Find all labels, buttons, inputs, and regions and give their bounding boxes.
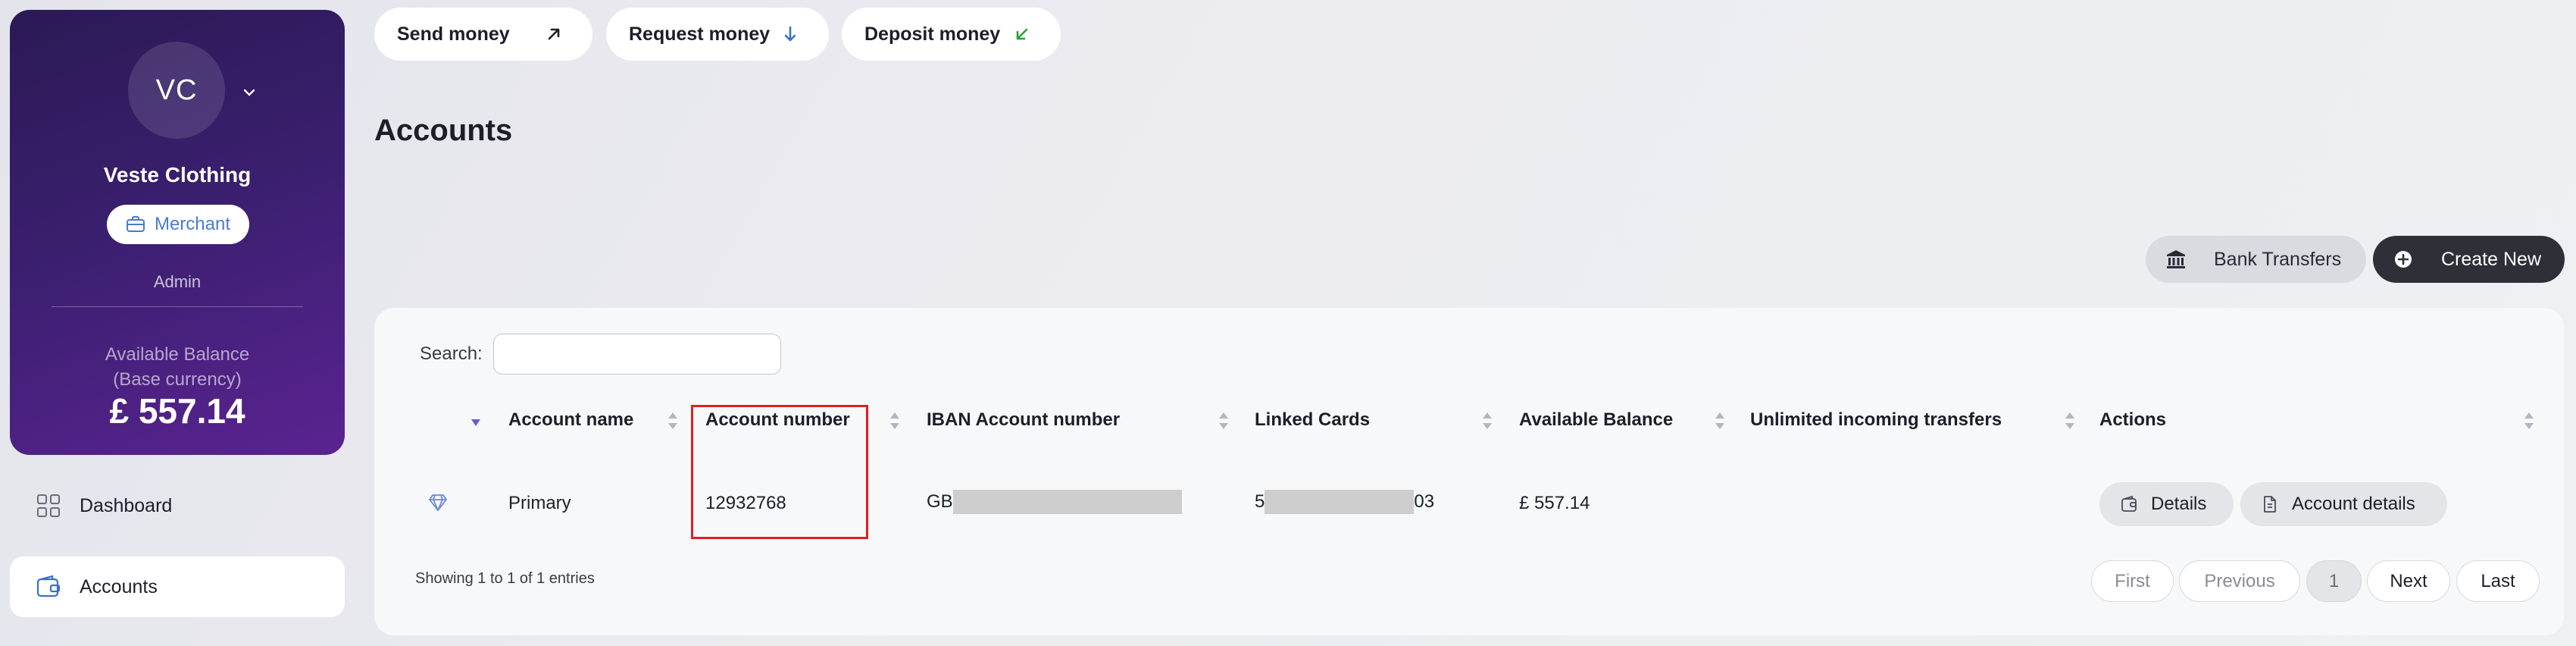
redacted-iban: [952, 490, 1182, 514]
redacted-card: [1265, 490, 1415, 514]
cell-iban: GB: [927, 490, 1182, 514]
balance-label-line1: Available Balance: [105, 344, 250, 365]
pagination-previous[interactable]: Previous: [2179, 560, 2300, 602]
sidebar-item-dashboard[interactable]: Dashboard: [10, 475, 345, 536]
column-header-linked-cards[interactable]: Linked Cards: [1255, 409, 1370, 431]
send-money-label: Send money: [397, 23, 510, 45]
column-header-account-name[interactable]: Account name: [508, 409, 633, 431]
column-header-available-balance[interactable]: Available Balance: [1519, 409, 1673, 431]
card-prefix: 5: [1255, 491, 1265, 512]
avatar-initials: VC: [155, 74, 198, 106]
sort-icon[interactable]: [1714, 411, 1726, 431]
card-suffix: 03: [1414, 491, 1435, 512]
request-money-label: Request money: [629, 23, 771, 45]
bank-transfers-button[interactable]: Bank Transfers: [2146, 236, 2366, 283]
balance-value: £ 557.14: [109, 391, 245, 431]
page-title: Accounts: [374, 114, 513, 147]
details-button[interactable]: Details: [2099, 482, 2234, 526]
pagination-last[interactable]: Last: [2456, 560, 2540, 602]
sort-icon[interactable]: [667, 411, 679, 431]
arrow-up-right-icon: [544, 24, 564, 44]
column-header-unlimited-incoming[interactable]: Unlimited incoming transfers: [1750, 409, 2002, 431]
deposit-money-button[interactable]: Deposit money: [842, 8, 1061, 61]
account-details-button[interactable]: Account details: [2240, 482, 2447, 526]
merchant-label: Merchant: [154, 214, 231, 234]
grid-icon: [36, 493, 61, 519]
sort-icon[interactable]: [1218, 411, 1230, 431]
pagination-first[interactable]: First: [2091, 560, 2174, 602]
request-money-button[interactable]: Request money: [606, 8, 829, 61]
pagination-page-1[interactable]: 1: [2306, 560, 2362, 602]
merchant-badge[interactable]: Merchant: [107, 205, 249, 244]
company-name: Veste Clothing: [103, 163, 252, 187]
column-header-iban[interactable]: IBAN Account number: [927, 409, 1120, 431]
profile-card: VC Veste Clothing Merchant Admin Availab…: [10, 10, 345, 455]
plus-circle-icon: [2393, 249, 2414, 270]
table-info: Showing 1 to 1 of 1 entries: [415, 570, 595, 587]
iban-prefix: GB: [927, 491, 953, 512]
divider: [52, 306, 303, 307]
document-icon: [2262, 495, 2278, 513]
details-label: Details: [2151, 494, 2207, 514]
balance-label: Available Balance (Base currency): [10, 342, 345, 392]
wallet-icon: [2121, 495, 2137, 513]
sort-icon[interactable]: [889, 411, 901, 431]
sidebar-item-label: Accounts: [80, 575, 158, 597]
cell-available-balance: £ 557.14: [1519, 493, 1590, 513]
sort-indicator-icon[interactable]: [470, 417, 482, 431]
pagination-next[interactable]: Next: [2367, 560, 2450, 602]
create-new-button[interactable]: Create New: [2373, 236, 2565, 283]
cell-account-name: Primary: [508, 493, 571, 513]
account-details-label: Account details: [2292, 494, 2415, 514]
role-label: Admin: [153, 272, 202, 291]
sidebar-item-label: Dashboard: [80, 494, 173, 516]
diamond-icon[interactable]: [428, 494, 448, 516]
bank-transfers-label: Bank Transfers: [2214, 248, 2342, 270]
create-new-label: Create New: [2441, 248, 2541, 270]
bank-icon: [2165, 249, 2187, 270]
highlight-annotation: [691, 405, 868, 539]
arrow-down-left-icon: [1012, 24, 1032, 44]
cell-linked-cards: 5 03: [1255, 490, 1434, 514]
wallet-icon: [36, 574, 61, 600]
column-header-actions: Actions: [2099, 409, 2167, 430]
sort-icon[interactable]: [1481, 411, 1493, 431]
sort-icon[interactable]: [2523, 411, 2535, 431]
briefcase-icon: [126, 215, 145, 234]
avatar[interactable]: VC: [128, 42, 225, 139]
deposit-money-label: Deposit money: [864, 23, 1001, 45]
search-label: Search:: [420, 343, 483, 364]
send-money-button[interactable]: Send money: [374, 8, 592, 61]
search-input[interactable]: [493, 334, 781, 375]
sidebar-item-accounts[interactable]: Accounts: [10, 557, 345, 617]
balance-label-line2: (Base currency): [113, 369, 242, 390]
chevron-down-icon[interactable]: [239, 83, 259, 102]
sort-icon[interactable]: [2064, 411, 2076, 431]
arrow-down-icon: [780, 24, 800, 44]
